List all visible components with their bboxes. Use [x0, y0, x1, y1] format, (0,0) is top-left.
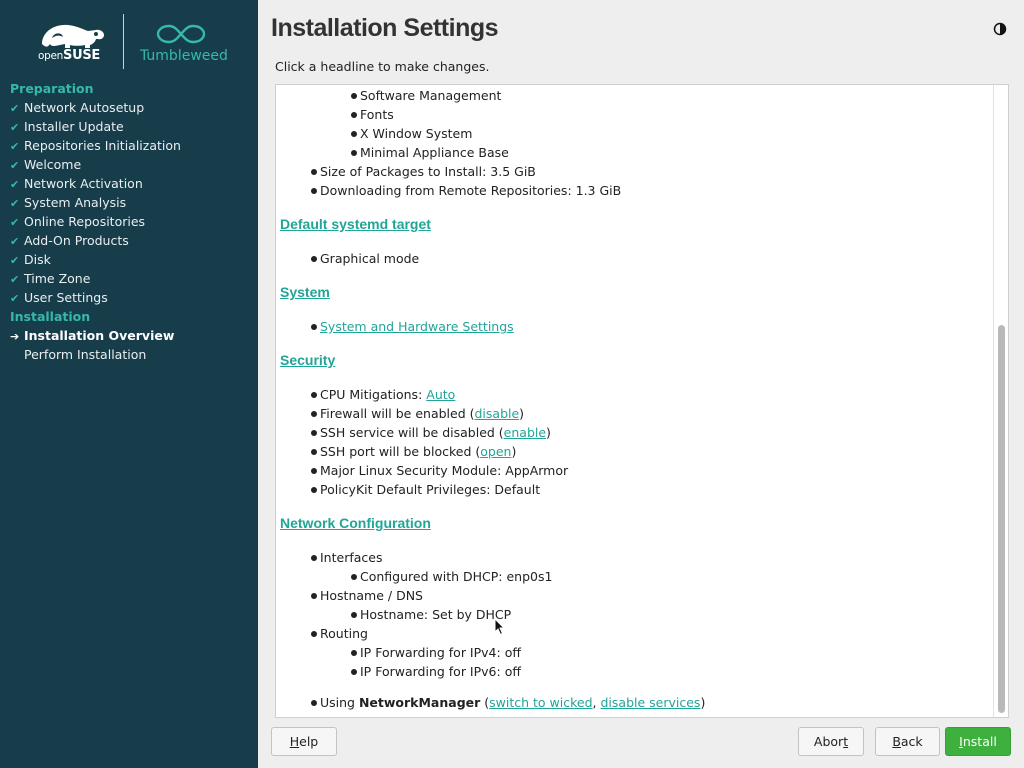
heading-system[interactable]: System [280, 284, 330, 300]
back-button[interactable]: Back [875, 727, 940, 756]
hostname: Hostname: Set by DHCP [350, 607, 512, 622]
help-button[interactable]: Help [271, 727, 337, 756]
tumbleweed-infinity-logo [156, 24, 206, 44]
firewall-disable-link[interactable]: disable [474, 406, 519, 421]
dhcp-interface: Configured with DHCP: enp0s1 [350, 569, 553, 584]
current-step-arrow-icon: ➔ [10, 330, 20, 343]
check-icon: ✔ [10, 254, 20, 267]
abort-button[interactable]: Abort [798, 727, 864, 756]
check-icon: ✔ [10, 292, 20, 305]
step-network-activation: ✔ Network Activation [10, 174, 143, 193]
list-item: Fonts [351, 107, 394, 122]
interfaces: Interfaces [310, 550, 383, 565]
step-installer-update: ✔ Installer Update [10, 117, 124, 136]
polkit-privileges: PolicyKit Default Privileges: Default [310, 482, 541, 497]
step-add-on-products: ✔ Add-On Products [10, 231, 129, 250]
step-repositories-initialization: ✔ Repositories Initialization [10, 136, 181, 155]
routing: Routing [311, 626, 368, 641]
check-icon: ✔ [10, 235, 20, 248]
list-item: Software Management [350, 88, 502, 103]
page-title: Installation Settings [271, 14, 499, 42]
ipv6-forwarding: IP Forwarding for IPv6: off [351, 664, 521, 679]
install-button[interactable]: Install [945, 727, 1011, 756]
heading-security[interactable]: Security [280, 352, 335, 368]
cpu-mitigations-link[interactable]: Auto [426, 387, 455, 402]
step-group-installation: Installation [10, 309, 91, 324]
product-name: Tumbleweed [140, 48, 228, 64]
check-icon: ✔ [10, 140, 20, 153]
ssh-port-status: SSH port will be blocked (open) [310, 444, 517, 459]
firewall-status: Firewall will be enabled (disable) [310, 406, 525, 421]
check-icon: ✔ [10, 121, 20, 134]
switch-to-wicked-link[interactable]: switch to wicked [489, 695, 592, 710]
security-module: Major Linux Security Module: AppArmor [310, 463, 569, 478]
check-icon: ✔ [10, 273, 20, 286]
step-group-preparation: Preparation [10, 81, 94, 96]
package-size: Size of Packages to Install: 3.5 GiB [311, 164, 536, 179]
ssh-service-enable-link[interactable]: enable [504, 425, 546, 440]
list-item: System and Hardware Settings [311, 317, 514, 336]
main-area: Installation Settings Click a headline t… [258, 0, 1024, 768]
network-backend: Using NetworkManager (switch to wicked, … [310, 695, 706, 710]
mouse-cursor-icon [494, 618, 506, 636]
disable-services-link[interactable]: disable services [601, 695, 701, 710]
step-perform-installation: Perform Installation [24, 347, 147, 362]
system-hardware-settings-link[interactable]: System and Hardware Settings [320, 319, 514, 334]
step-system-analysis: ✔ System Analysis [10, 193, 126, 212]
step-welcome: ✔ Welcome [10, 155, 81, 174]
step-online-repositories: ✔ Online Repositories [10, 212, 145, 231]
sidebar: openSUSE Tumbleweed Preparation ✔ Network… [0, 0, 258, 768]
scrollbar-thumb[interactable] [998, 325, 1005, 713]
hostname-dns: Hostname / DNS [311, 588, 423, 603]
download-size: Downloading from Remote Repositories: 1.… [310, 183, 622, 198]
logo-area: openSUSE Tumbleweed [0, 0, 258, 80]
heading-default-systemd-target[interactable]: Default systemd target [280, 216, 431, 232]
step-network-autosetup: ✔ Network Autosetup [10, 98, 144, 117]
check-icon: ✔ [10, 216, 20, 229]
cpu-mitigations: CPU Mitigations: Auto [310, 387, 456, 402]
check-icon: ✔ [10, 159, 20, 172]
systemd-target-value: Graphical mode [310, 251, 420, 266]
opensuse-wordmark: openSUSE [38, 48, 100, 63]
list-item: X Window System [350, 126, 473, 141]
check-icon: ✔ [10, 102, 20, 115]
page-subtitle: Click a headline to make changes. [275, 59, 490, 74]
step-time-zone: ✔ Time Zone [10, 269, 90, 288]
check-icon: ✔ [10, 197, 20, 210]
ssh-port-open-link[interactable]: open [480, 444, 511, 459]
step-disk: ✔ Disk [10, 250, 51, 269]
ssh-service-status: SSH service will be disabled (enable) [311, 425, 551, 440]
scrollbar[interactable] [993, 85, 1008, 717]
check-icon: ✔ [10, 178, 20, 191]
theme-toggle-icon[interactable] [993, 22, 1007, 36]
logo-divider [123, 14, 124, 69]
step-user-settings: ✔ User Settings [10, 288, 108, 307]
ipv4-forwarding: IP Forwarding for IPv4: off [351, 645, 521, 660]
installation-summary-panel[interactable]: Software Management Fonts X Window Syste… [275, 84, 1009, 718]
step-installation-overview: ➔ Installation Overview [10, 326, 174, 345]
list-item: Minimal Appliance Base [351, 145, 509, 160]
heading-network-configuration[interactable]: Network Configuration [280, 515, 431, 531]
